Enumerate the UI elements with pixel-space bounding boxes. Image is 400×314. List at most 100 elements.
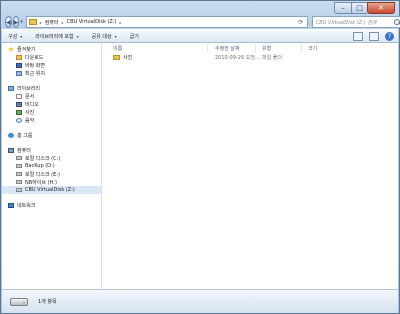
- nav-libraries[interactable]: 라이브러리: [2, 84, 101, 92]
- nav-item-videos[interactable]: 비디오: [2, 100, 101, 108]
- column-header-date[interactable]: 수정한 날짜: [215, 45, 240, 52]
- drive-icon: [16, 172, 22, 176]
- nav-computer[interactable]: 컴퓨터: [2, 146, 101, 154]
- organize-label: 구성: [8, 33, 18, 40]
- include-in-library-button[interactable]: 라이브러리에 포함 ▾: [35, 33, 78, 40]
- chevron-down-icon: ▾: [20, 33, 23, 39]
- nav-item-label: 최근 위치: [25, 70, 45, 77]
- refresh-icon[interactable]: ⟳: [296, 17, 306, 27]
- minimize-button[interactable]: –: [334, 2, 351, 14]
- search-placeholder: CBU VirtualDisk (Z:) 검색: [315, 19, 377, 26]
- file-type: 파일 폴더: [262, 55, 282, 61]
- drive-icon: [16, 188, 22, 192]
- column-divider[interactable]: [301, 44, 302, 52]
- downloads-folder-icon: [16, 54, 22, 60]
- nav-item-desktop[interactable]: 바탕 화면: [2, 61, 101, 69]
- nav-favorites[interactable]: 즐겨찾기: [2, 45, 101, 53]
- help-icon[interactable]: ?: [385, 31, 394, 41]
- nav-item-label: 사진: [25, 109, 35, 116]
- nav-network[interactable]: 네트워크: [2, 201, 101, 209]
- back-button[interactable]: ◀: [5, 16, 12, 28]
- column-headers: 이름 수정한 날짜 유형 크기: [102, 43, 398, 53]
- file-list: 이름 수정한 날짜 유형 크기 사진 2010-09-26 오전... 파일 폴…: [102, 43, 398, 289]
- nav-item-label: CBU VirtualDisk (Z:): [25, 187, 75, 193]
- nav-libraries-label: 라이브러리: [17, 85, 41, 92]
- music-icon: [16, 117, 22, 123]
- nav-item-documents[interactable]: 문서: [2, 92, 101, 100]
- table-row[interactable]: 사진 2010-09-26 오전... 파일 폴더: [102, 54, 398, 62]
- view-options-icon[interactable]: [353, 31, 363, 41]
- close-button[interactable]: ✕: [367, 2, 395, 14]
- drive-icon: [10, 297, 28, 306]
- nav-item-drive-h[interactable]: NB하이브 (H:): [2, 178, 101, 186]
- computer-icon: [28, 19, 37, 25]
- window-controls: – □ ✕: [334, 2, 395, 14]
- nav-item-drive-d[interactable]: BacKup (D:): [2, 162, 101, 170]
- file-date: 2010-09-26 오전...: [215, 55, 260, 61]
- nav-homegroup-label: 홈 그룹: [17, 132, 33, 139]
- command-bar: 구성 ▾ 라이브러리에 포함 ▾ 공유 대상 ▾ 굽기 ?: [2, 29, 398, 43]
- burn-label: 굽기: [129, 33, 139, 40]
- videos-icon: [16, 101, 22, 107]
- chevron-down-icon: ▾: [76, 33, 79, 39]
- network-icon: [8, 202, 14, 208]
- search-input[interactable]: CBU VirtualDisk (Z:) 검색: [311, 16, 400, 28]
- details-pane: 1개 항목: [2, 289, 398, 313]
- nav-item-drive-c[interactable]: 로컬 디스크 (C:): [2, 154, 101, 162]
- nav-item-pictures[interactable]: 사진: [2, 108, 101, 116]
- breadcrumb-computer[interactable]: 컴퓨터: [45, 19, 59, 26]
- column-header-type[interactable]: 유형: [262, 45, 271, 52]
- toolbar-right: ?: [347, 31, 398, 41]
- column-header-name[interactable]: 이름: [113, 45, 122, 52]
- share-with-label: 공유 대상: [91, 33, 112, 40]
- maximize-button[interactable]: □: [351, 2, 367, 14]
- nav-item-music[interactable]: 음악: [2, 116, 101, 124]
- homegroup-icon: [8, 132, 14, 138]
- documents-icon: [16, 93, 22, 99]
- breadcrumb-arrow[interactable]: ▸: [119, 20, 121, 25]
- folder-icon: [113, 55, 120, 60]
- navigation-pane: 즐겨찾기 다운로드 바탕 화면 최근 위치 라이브러리 문서 비디오 사진 음악…: [2, 43, 102, 289]
- share-with-button[interactable]: 공유 대상 ▾: [92, 33, 117, 40]
- recent-pages-dropdown[interactable]: ▾: [20, 19, 23, 25]
- nav-item-recent-places[interactable]: 최근 위치: [2, 69, 101, 77]
- chevron-down-icon: ▾: [114, 33, 117, 39]
- breadcrumb-current-drive[interactable]: CBU VirtualDisk (Z:): [67, 19, 117, 25]
- navigation-row: ◀ ▶ ▾ ▸ 컴퓨터 ▸ CBU VirtualDisk (Z:) ▸ ⟳ C…: [5, 15, 400, 29]
- nav-item-label: BacKup (D:): [25, 163, 55, 169]
- breadcrumb-arrow[interactable]: ▸: [40, 20, 42, 25]
- nav-item-label: 문서: [25, 93, 35, 100]
- pictures-icon: [16, 109, 22, 115]
- include-in-library-label: 라이브러리에 포함: [35, 33, 74, 40]
- nav-item-label: 로컬 디스크 (C:): [25, 155, 61, 162]
- nav-favorites-label: 즐겨찾기: [17, 46, 36, 53]
- breadcrumb-arrow[interactable]: ▸: [62, 20, 64, 25]
- nav-network-label: 네트워크: [17, 202, 36, 209]
- nav-item-label: 음악: [25, 117, 35, 124]
- nav-homegroup[interactable]: 홈 그룹: [2, 131, 101, 139]
- nav-computer-label: 컴퓨터: [17, 147, 31, 154]
- column-header-size[interactable]: 크기: [308, 45, 317, 52]
- desktop-icon: [16, 62, 22, 68]
- preview-pane-icon[interactable]: [369, 31, 379, 41]
- nav-item-label: NB하이브 (H:): [25, 179, 57, 186]
- library-icon: [8, 85, 14, 91]
- address-bar[interactable]: ▸ 컴퓨터 ▸ CBU VirtualDisk (Z:) ▸ ⟳: [25, 16, 308, 28]
- recent-places-icon: [16, 70, 22, 76]
- burn-button[interactable]: 굽기: [130, 33, 139, 40]
- computer-icon: [8, 147, 14, 153]
- column-divider[interactable]: [255, 44, 256, 52]
- forward-button[interactable]: ▶: [12, 16, 20, 28]
- nav-item-downloads[interactable]: 다운로드: [2, 53, 101, 61]
- nav-item-label: 로컬 디스크 (E:): [25, 171, 60, 178]
- column-divider[interactable]: [207, 44, 208, 52]
- star-icon: [8, 46, 14, 52]
- organize-button[interactable]: 구성 ▾: [8, 33, 22, 40]
- content-area: 즐겨찾기 다운로드 바탕 화면 최근 위치 라이브러리 문서 비디오 사진 음악…: [2, 43, 398, 289]
- drive-icon: [16, 180, 22, 184]
- nav-item-drive-e[interactable]: 로컬 디스크 (E:): [2, 170, 101, 178]
- nav-item-drive-z[interactable]: CBU VirtualDisk (Z:): [2, 186, 101, 194]
- nav-item-label: 바탕 화면: [25, 62, 45, 69]
- search-icon[interactable]: [393, 18, 400, 26]
- file-name: 사진: [123, 55, 133, 61]
